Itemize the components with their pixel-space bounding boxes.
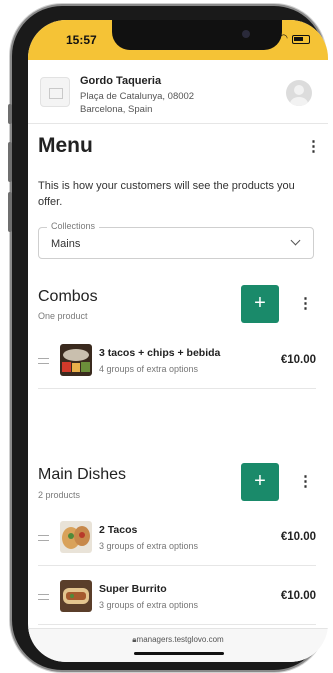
home-indicator[interactable]	[134, 652, 224, 655]
notch	[112, 20, 282, 50]
section-title-combos: Combos	[38, 288, 98, 305]
browser-url-text: managers.testglovo.com	[136, 635, 224, 644]
drag-handle-icon[interactable]	[38, 594, 49, 600]
store-name: Gordo Taqueria	[80, 75, 162, 87]
browser-url-bar[interactable]: 🔒︎managers.testglovo.com	[28, 628, 328, 662]
add-product-button-combos[interactable]: +	[241, 285, 279, 323]
wifi-icon: ◠	[279, 33, 288, 44]
phone-frame: 15:57 ◠ Gordo Taqueria Plaça de Cataluny…	[8, 6, 328, 670]
status-bar: 15:57 ◠	[28, 20, 328, 60]
store-logo	[40, 77, 70, 107]
product-row[interactable]: 3 tacos + chips + bebida 4 groups of ext…	[38, 337, 316, 389]
battery-icon	[292, 34, 310, 44]
drag-handle-icon[interactable]	[38, 358, 49, 364]
product-thumbnail	[60, 344, 92, 376]
status-time: 15:57	[66, 33, 97, 47]
product-name: 2 Tacos	[99, 524, 138, 536]
volume-up-button	[8, 142, 12, 182]
store-address: Plaça de Catalunya, 08002 Barcelona, Spa…	[80, 90, 240, 116]
signal-icon	[261, 34, 275, 44]
section-more-icon-combos[interactable]: ⋮	[298, 296, 313, 311]
collections-value: Mains	[51, 238, 81, 250]
store-address-line2: Barcelona, Spain	[80, 104, 153, 115]
status-icons: ◠	[261, 34, 310, 44]
product-name: Super Burrito	[99, 583, 167, 595]
user-avatar[interactable]	[286, 80, 312, 106]
product-options: 4 groups of extra options	[99, 364, 199, 374]
product-name: 3 tacos + chips + bebida	[99, 347, 221, 359]
section-count-main-dishes: 2 products	[38, 490, 81, 500]
product-price: €10.00	[280, 354, 316, 366]
mute-switch	[8, 104, 12, 124]
store-header: Gordo Taqueria Plaça de Catalunya, 08002…	[28, 60, 328, 124]
product-row[interactable]: 2 Tacos 3 groups of extra options €10.00	[38, 514, 316, 566]
add-product-button-main-dishes[interactable]: +	[241, 463, 279, 501]
collections-label: Collections	[47, 221, 100, 231]
camera-icon	[242, 30, 250, 38]
volume-down-button	[8, 192, 12, 232]
page-title: Menu	[38, 134, 93, 157]
product-price: €10.00	[280, 590, 316, 602]
drag-handle-icon[interactable]	[38, 535, 49, 541]
section-more-icon-main-dishes[interactable]: ⋮	[298, 474, 313, 489]
store-address-line1: Plaça de Catalunya, 08002	[80, 91, 195, 102]
product-options: 3 groups of extra options	[99, 541, 199, 551]
section-count-combos: One product	[38, 311, 88, 321]
product-row[interactable]: Super Burrito 3 groups of extra options …	[38, 573, 316, 625]
collections-select[interactable]: Collections Mains	[38, 221, 314, 259]
product-thumbnail	[60, 521, 92, 553]
page-more-icon[interactable]: ⋮	[306, 139, 321, 154]
product-price: €10.00	[280, 531, 316, 543]
product-thumbnail	[60, 580, 92, 612]
screen: 15:57 ◠ Gordo Taqueria Plaça de Cataluny…	[28, 20, 328, 662]
product-options: 3 groups of extra options	[99, 600, 199, 610]
page-description: This is how your customers will see the …	[38, 180, 295, 208]
section-title-main-dishes: Main Dishes	[38, 466, 127, 483]
browser-url: 🔒︎managers.testglovo.com	[28, 635, 328, 645]
chevron-down-icon	[290, 235, 301, 246]
